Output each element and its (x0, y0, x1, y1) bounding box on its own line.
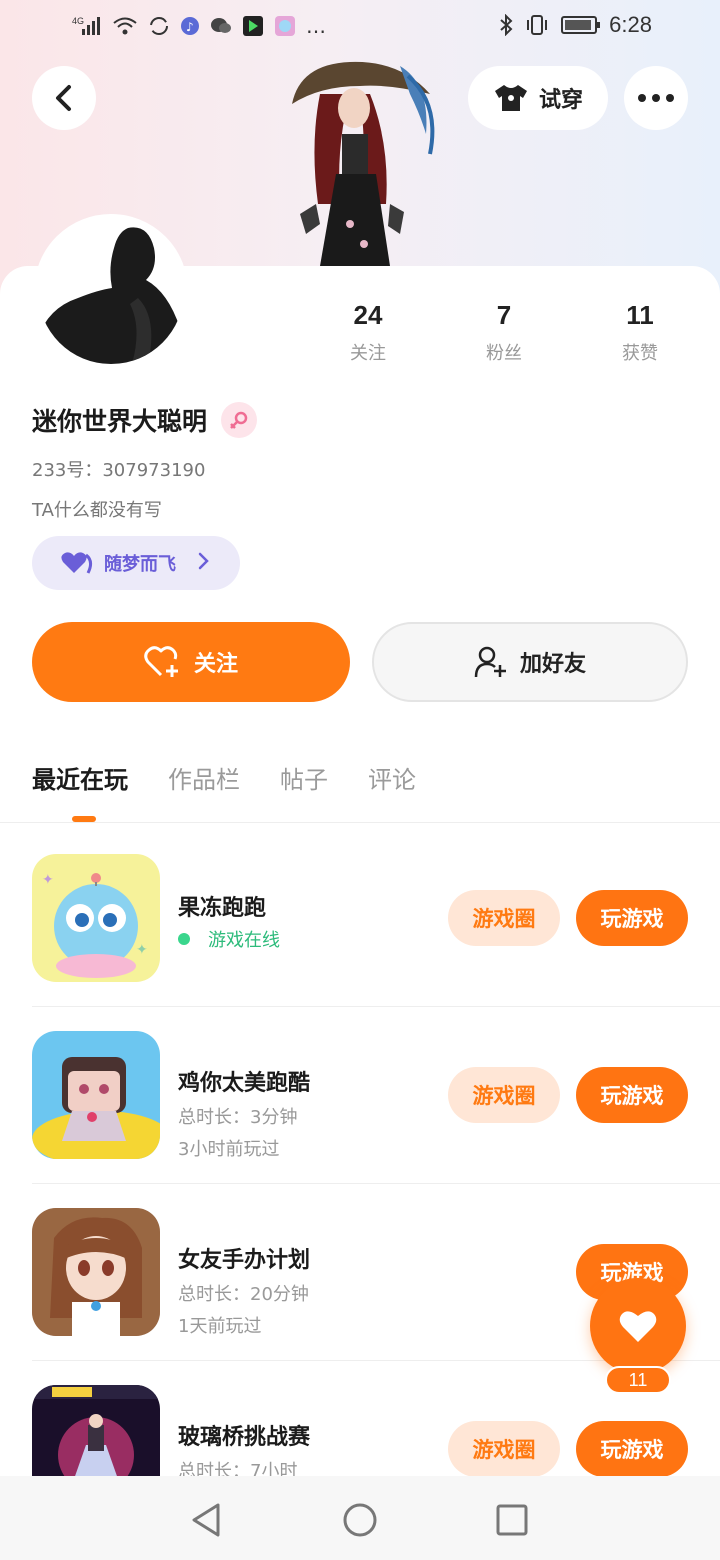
like-count-badge: 11 (605, 1366, 671, 1394)
stat-followers[interactable]: 7 粉丝 (436, 300, 572, 365)
floating-like-button[interactable] (590, 1278, 686, 1374)
tab-recently-played[interactable]: 最近在玩 (32, 760, 128, 795)
clock: 6:28 (609, 12, 652, 37)
status-icons-left: 4G ♪ … (72, 14, 326, 38)
nav-recents-button[interactable] (492, 1500, 532, 1540)
square-recents-icon (496, 1504, 528, 1536)
svg-text:4G: 4G (72, 16, 84, 26)
sync-icon (150, 17, 168, 35)
user-id: 233号：307973190 (32, 460, 206, 481)
signal-icon: 4G (72, 16, 100, 35)
profile-stats: 24 关注 7 粉丝 11 获赞 (300, 300, 710, 365)
game-thumbnail[interactable] (32, 1031, 160, 1159)
tshirt-icon (494, 85, 527, 111)
tab-posts[interactable]: 帖子 (280, 760, 328, 795)
game-circle-button[interactable]: 游戏圈 (448, 1421, 560, 1477)
video-app-icon (243, 16, 263, 36)
game-playtime: 总时长：3分钟 (178, 1107, 298, 1128)
svg-text:✦: ✦ (42, 872, 54, 888)
recent-games-list: ✦ ✦ 果冻跑跑 游戏在线 游戏圈 玩游戏 鸡你太美跑酷 总时长：3分钟 3小时前… (0, 830, 720, 1538)
play-game-button[interactable]: 玩游戏 (576, 1067, 688, 1123)
tab-comments[interactable]: 评论 (368, 760, 416, 795)
stat-following[interactable]: 24 关注 (300, 300, 436, 365)
user-bio: TA什么都没有写 (32, 500, 162, 521)
stat-label: 获赞 (622, 343, 658, 364)
wechat-icon (211, 18, 231, 33)
back-button[interactable] (32, 66, 96, 130)
triangle-back-icon (192, 1503, 220, 1537)
stat-label: 关注 (350, 343, 386, 364)
game-circle-button[interactable]: 游戏圈 (448, 890, 560, 946)
female-icon (221, 402, 258, 438)
online-dot-icon (178, 933, 190, 945)
svg-text:♪: ♪ (186, 20, 194, 34)
play-game-button[interactable]: 玩游戏 (576, 890, 688, 946)
game-online-status: 游戏在线 (178, 926, 280, 952)
game-title: 玻璃桥挑战赛 (178, 1425, 311, 1450)
name-row: 迷你世界大聪明 (32, 402, 258, 438)
follow-button[interactable]: 关注 (32, 622, 350, 702)
add-friend-label: 加好友 (519, 652, 586, 677)
follow-label: 关注 (193, 652, 238, 677)
stat-value: 24 (353, 300, 383, 330)
list-item[interactable]: ✦ ✦ 果冻跑跑 游戏在线 游戏圈 玩游戏 (0, 830, 720, 1007)
heart-icon (619, 1311, 657, 1342)
try-on-label: 试穿 (538, 88, 583, 113)
music-app-icon: ♪ (181, 17, 199, 35)
chevron-right-icon (198, 551, 210, 575)
game-circle-button[interactable]: 游戏圈 (448, 1067, 560, 1123)
game-title: 鸡你太美跑酷 (178, 1071, 311, 1096)
game-playtime: 总时长：20分钟 (178, 1284, 309, 1305)
online-text: 游戏在线 (208, 930, 280, 951)
battery-icon (561, 16, 601, 34)
user-name: 迷你世界大聪明 (32, 407, 208, 436)
game-last-played: 3小时前玩过 (178, 1139, 280, 1160)
stat-value: 11 (626, 300, 654, 330)
svg-text:✦: ✦ (136, 942, 148, 958)
game-title: 果冻跑跑 (178, 896, 267, 921)
status-bar: 4G ♪ … 6:28 (0, 0, 720, 56)
tag-label: 随梦而飞 (104, 554, 176, 575)
nav-home-button[interactable] (340, 1500, 380, 1540)
nav-back-button[interactable] (186, 1500, 226, 1540)
system-navigation-bar (0, 1476, 720, 1560)
tab-works[interactable]: 作品栏 (168, 760, 240, 795)
heart-wing-icon (61, 552, 93, 574)
game-thumbnail[interactable]: ✦ ✦ (32, 854, 160, 982)
avatar-silhouette-image (38, 218, 184, 364)
more-horizontal-icon (638, 94, 674, 102)
avatar-character-figure (292, 61, 435, 266)
add-user-icon (474, 646, 506, 678)
game-last-played: 1天前玩过 (178, 1316, 262, 1337)
game-thumbnail[interactable] (32, 1208, 160, 1336)
chevron-left-icon (56, 85, 71, 111)
tabs-divider (0, 822, 720, 823)
play-game-button[interactable]: 玩游戏 (576, 1421, 688, 1477)
circle-home-icon (343, 1503, 377, 1537)
camera-app-icon (275, 16, 295, 36)
bluetooth-icon (500, 14, 513, 36)
heart-plus-icon (144, 646, 178, 677)
more-options-button[interactable] (624, 66, 688, 130)
wifi-icon (113, 17, 137, 35)
stat-label: 粉丝 (486, 343, 522, 364)
user-avatar[interactable] (34, 214, 188, 368)
try-on-button[interactable]: 试穿 (468, 66, 608, 130)
game-title: 女友手办计划 (178, 1248, 311, 1273)
list-item[interactable]: 鸡你太美跑酷 总时长：3分钟 3小时前玩过 游戏圈 玩游戏 (0, 1007, 720, 1184)
vibrate-icon (527, 15, 548, 35)
more-notifications-icon: … (306, 14, 326, 38)
stat-likes[interactable]: 11 获赞 (572, 300, 708, 365)
status-icons-right: 6:28 (499, 12, 652, 38)
add-friend-button[interactable]: 加好友 (372, 622, 688, 702)
dream-tag-button[interactable]: 随梦而飞 (32, 536, 240, 590)
stat-value: 7 (496, 300, 512, 330)
profile-tabs: 最近在玩 作品栏 帖子 评论 (32, 760, 416, 795)
